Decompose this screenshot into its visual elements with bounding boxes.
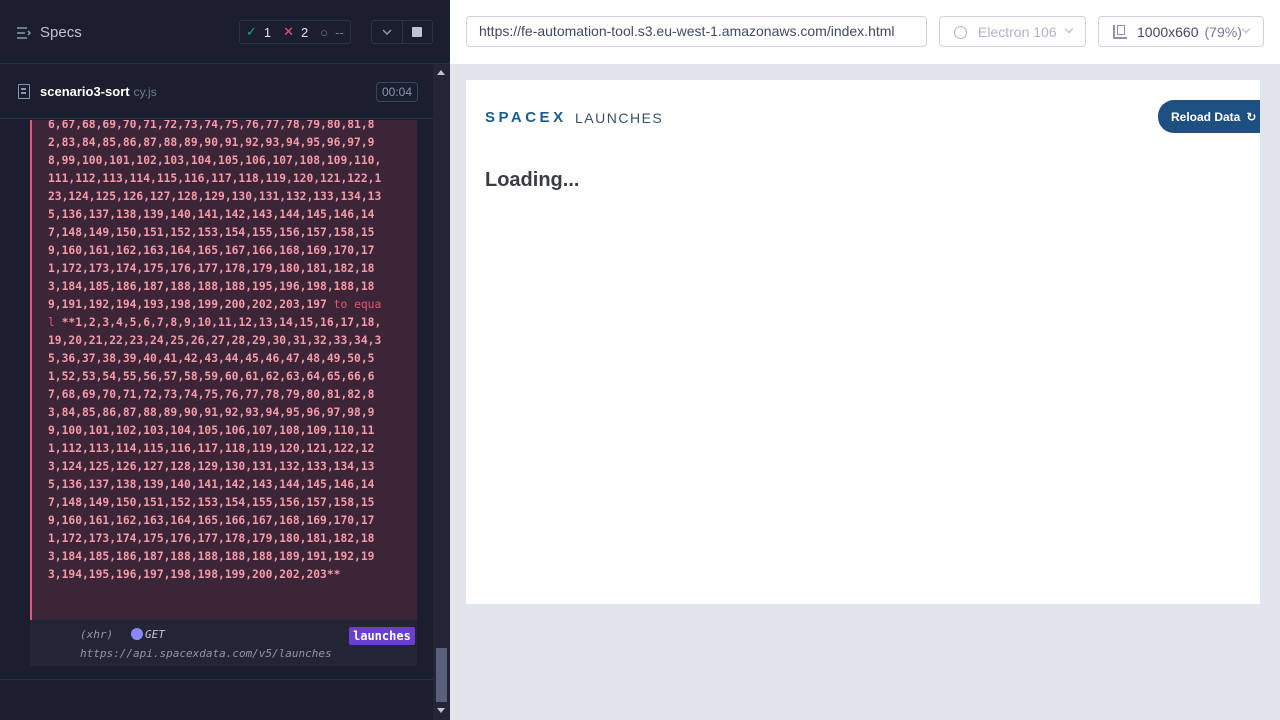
xhr-type-label: (xhr) [80,628,114,641]
stop-button[interactable] [401,21,432,43]
aut-iframe: SPACEX LAUNCHES Reload Data ↻ Loading... [466,80,1260,604]
spec-name: scenario3-sort cy.js [40,84,157,99]
aut-header: https://fe-automation-tool.s3.eu-west-1.… [450,0,1280,64]
aut-url-field[interactable]: https://fe-automation-tool.s3.eu-west-1.… [466,16,927,47]
loading-text: Loading... [485,169,580,191]
spec-extension: cy.js [133,85,157,99]
browser-label: Electron 106 [978,24,1057,40]
xhr-command-row[interactable]: (xhr) GET launches https://api.spacexdat… [30,620,417,666]
chevron-down-icon [382,29,392,35]
scroll-up-arrow-icon[interactable] [437,70,445,75]
reporter-footer-divider [0,679,433,680]
chevron-down-icon [1241,24,1251,34]
spacex-logo: SPACEX [485,109,567,126]
refresh-icon: ↻ [1246,109,1257,124]
spec-row[interactable]: scenario3-sort cy.js 00:04 [0,65,433,119]
command-log[interactable]: 6,67,68,69,70,71,72,73,74,75,76,77,78,79… [0,120,433,680]
viewport-label: 1000x660 (79%) [1137,24,1242,40]
actual-values: 6,67,68,69,70,71,72,73,74,75,76,77,78,79… [48,120,382,311]
pending-count: ○ -- [320,24,344,40]
file-icon [18,84,30,99]
reporter-panel: Specs ✓ 1 ✕ 2 ○ -- scenario3-sort cy.js … [0,0,450,720]
check-icon: ✓ [246,24,257,39]
x-icon: ✕ [283,24,295,39]
viewport-select[interactable]: 1000x660 (79%) [1098,16,1264,47]
launches-logo-text: LAUNCHES [575,110,664,126]
chevron-down-icon [1064,24,1074,34]
xhr-method: GET [145,628,165,641]
electron-icon [954,26,967,39]
assertion-message: 6,67,68,69,70,71,72,73,74,75,76,77,78,79… [48,120,388,584]
scrollbar-thumb[interactable] [436,648,447,702]
alias-badge[interactable]: launches [349,627,415,645]
toggle-auto-scroll-button[interactable] [372,21,402,43]
ruler-icon [1113,25,1127,39]
stop-icon [412,27,423,37]
spec-duration: 00:04 [376,82,419,102]
browser-select[interactable]: Electron 106 [939,16,1086,47]
specs-label[interactable]: Specs [40,24,82,41]
reload-data-button[interactable]: Reload Data ↻ [1158,100,1260,133]
test-stats: ✓ 1 ✕ 2 ○ -- [239,20,351,44]
run-controls [371,20,433,44]
app-under-test-panel: https://fe-automation-tool.s3.eu-west-1.… [450,0,1280,720]
xhr-url: https://api.spacexdata.com/v5/launches [80,647,332,660]
scroll-down-arrow-icon[interactable] [437,708,445,713]
passed-count: ✓ 1 [246,24,272,40]
request-status-icon [131,628,143,640]
reporter-scrollbar[interactable] [433,64,450,720]
expected-values: **1,2,3,4,5,6,7,8,9,10,11,12,13,14,15,16… [48,316,382,581]
failed-count: ✕ 2 [283,24,309,40]
specs-list-toggle-icon[interactable] [16,25,32,41]
specs-header: Specs ✓ 1 ✕ 2 ○ -- [0,0,450,64]
pending-icon: ○ [320,24,329,40]
